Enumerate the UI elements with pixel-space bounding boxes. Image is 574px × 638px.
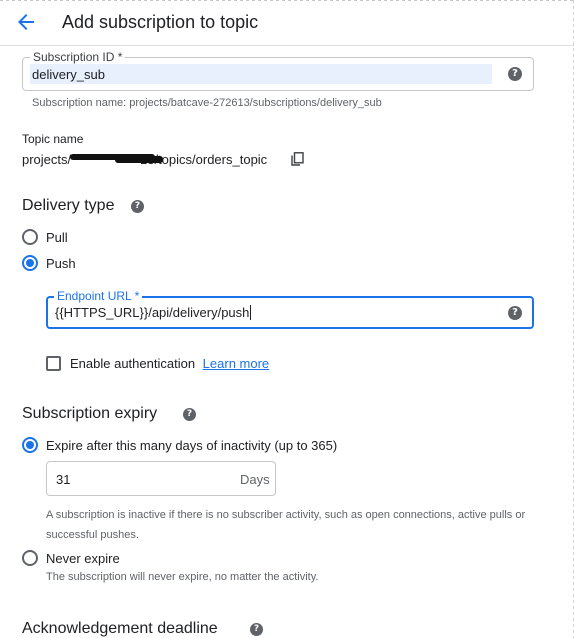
subscription-name-hint: Subscription name: projects/batcave-2726… bbox=[32, 97, 382, 109]
help-icon[interactable]: ? bbox=[131, 200, 144, 213]
text-cursor bbox=[250, 305, 251, 320]
subscription-id-field[interactable]: Subscription ID * delivery_sub ? bbox=[22, 50, 534, 91]
copy-icon[interactable] bbox=[291, 152, 305, 166]
radio-never-expire[interactable] bbox=[22, 550, 38, 566]
endpoint-url-label: Endpoint URL * bbox=[54, 289, 143, 303]
help-icon[interactable]: ? bbox=[250, 623, 263, 636]
expiry-days-field[interactable]: 31 Days bbox=[46, 461, 276, 496]
never-expire-hint: The subscription will never expire, no m… bbox=[46, 571, 319, 583]
back-arrow-icon[interactable] bbox=[14, 10, 38, 34]
radio-push-label: Push bbox=[46, 256, 76, 271]
expiry-days-input[interactable]: 31 bbox=[56, 472, 70, 487]
radio-expire-days-label: Expire after this many days of inactivit… bbox=[46, 438, 338, 453]
learn-more-link[interactable]: Learn more bbox=[203, 356, 269, 371]
expiry-days-unit: Days bbox=[240, 472, 270, 487]
enable-authentication-checkbox[interactable] bbox=[46, 356, 61, 371]
enable-authentication-row: Enable authentication Learn more bbox=[70, 356, 269, 371]
radio-pull[interactable] bbox=[22, 229, 38, 245]
radio-pull-label: Pull bbox=[46, 230, 68, 245]
topic-name-label: Topic name bbox=[22, 132, 84, 146]
subscription-id-input[interactable]: delivery_sub bbox=[32, 67, 105, 82]
radio-push[interactable] bbox=[22, 255, 38, 271]
delivery-type-title: Delivery type bbox=[22, 197, 115, 214]
page-title: Add subscription to topic bbox=[62, 12, 259, 32]
help-icon[interactable]: ? bbox=[183, 408, 196, 421]
radio-expire-days[interactable] bbox=[22, 437, 38, 453]
header-divider bbox=[0, 45, 574, 46]
page-header: Add subscription to topic bbox=[0, 0, 574, 46]
topic-name-prefix: projects/ bbox=[22, 152, 72, 167]
radio-never-expire-label: Never expire bbox=[46, 551, 120, 566]
ack-deadline-title: Acknowledgement deadline bbox=[22, 620, 218, 637]
subscription-expiry-title: Subscription expiry bbox=[22, 405, 158, 422]
enable-authentication-label: Enable authentication bbox=[70, 356, 196, 371]
endpoint-url-input[interactable]: {{HTTPS_URL}}/api/delivery/push bbox=[55, 305, 249, 320]
help-icon[interactable]: ? bbox=[508, 67, 522, 81]
redaction-mark bbox=[115, 156, 163, 163]
expiry-days-hint: A subscription is inactive if there is n… bbox=[46, 509, 526, 541]
subscription-id-label: Subscription ID * bbox=[30, 50, 126, 64]
help-icon[interactable]: ? bbox=[508, 306, 522, 320]
endpoint-url-field[interactable]: Endpoint URL * {{HTTPS_URL}}/api/deliver… bbox=[46, 289, 534, 329]
